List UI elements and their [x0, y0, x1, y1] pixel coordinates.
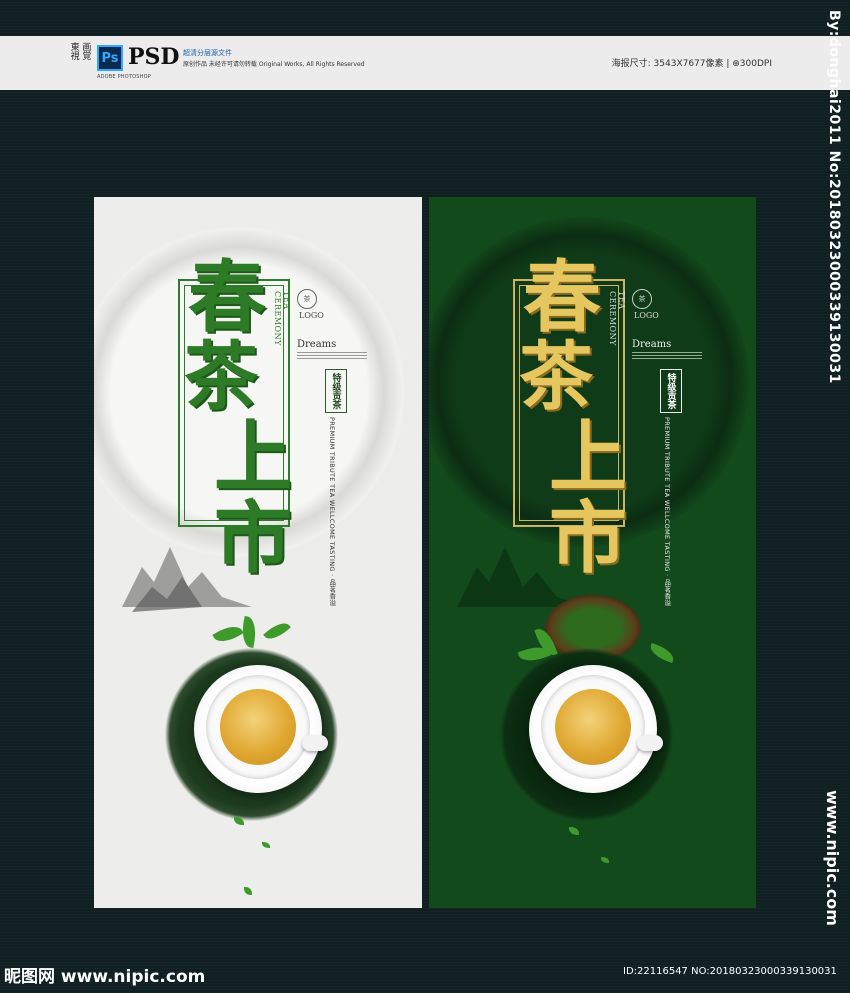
poster-spec: 海报尺寸: 3543X7677像素 | ⊕300DPI [611, 59, 772, 69]
banner-copyright: 原创作品 未经许可请勿转载 Original Works, All Rights… [183, 61, 365, 68]
psd-title: PSD [128, 44, 180, 70]
falling-leaf-icon [262, 842, 270, 848]
tea-cup-scene [489, 617, 709, 822]
tea-leaf-icon [239, 616, 259, 648]
calligraphy-char: 茶 [519, 333, 593, 420]
watermark-site: www.nipic.com [823, 790, 842, 926]
poster-light: 春 茶 上市 TEA CEREMONY 茶 LOGO Dreams 特级贡茶 P… [94, 197, 422, 908]
tea-leaf-icon [212, 620, 244, 648]
watermark-author: By:donghai2011 No:20180323000339130031 [826, 10, 842, 384]
photoshop-caption: ADOBE PHOTOSHOP [97, 74, 151, 80]
falling-leaf-icon [601, 857, 609, 863]
brand-logo: 東 画 視 覚 [70, 43, 92, 63]
decorative-lines [297, 352, 367, 361]
tea-leaf-icon [647, 642, 677, 664]
watermark-logo: 昵图网 www.nipic.com [4, 967, 206, 987]
falling-leaf-icon [244, 887, 252, 895]
tea-leaf-icon [263, 618, 291, 644]
mountains-illustration [122, 547, 252, 612]
dreams-label: Dreams [632, 339, 672, 350]
calligraphy-char: 茶 [184, 333, 258, 420]
cup-handle [302, 735, 328, 751]
dreams-label: Dreams [297, 339, 337, 350]
watermark-id: ID:22116547 NO:20180323000339130031 [623, 966, 837, 977]
tea-ceremony-label: TEA CEREMONY [608, 291, 626, 346]
premium-tagline: PREMIUM TRIBUTE TEA WELLCOME TASTING · 品… [327, 417, 336, 606]
tea-ceremony-label: TEA CEREMONY [273, 291, 291, 346]
tea-liquid [555, 689, 631, 765]
logo-label: LOGO [634, 311, 659, 320]
grade-badge: 特级贡茶 [325, 369, 347, 413]
header-banner: 東 画 視 覚 Ps ADOBE PHOTOSHOP PSD 超清分层源文件 原… [0, 36, 850, 90]
falling-leaf-icon [569, 827, 579, 835]
logo-label: LOGO [299, 311, 324, 320]
seal-icon: 茶 [632, 289, 652, 309]
banner-subtitle: 超清分层源文件 [183, 49, 232, 57]
premium-tagline: PREMIUM TRIBUTE TEA WELLCOME TASTING · 品… [662, 417, 671, 606]
tea-cup-scene [154, 616, 374, 822]
seal-icon: 茶 [297, 289, 317, 309]
tea-liquid [220, 689, 296, 765]
poster-dark: 春 茶 上市 TEA CEREMONY 茶 LOGO Dreams 特级贡茶 P… [429, 197, 756, 908]
photoshop-icon: Ps [97, 45, 123, 71]
decorative-lines [632, 352, 702, 361]
grade-badge: 特级贡茶 [660, 369, 682, 413]
cup-handle [637, 735, 663, 751]
